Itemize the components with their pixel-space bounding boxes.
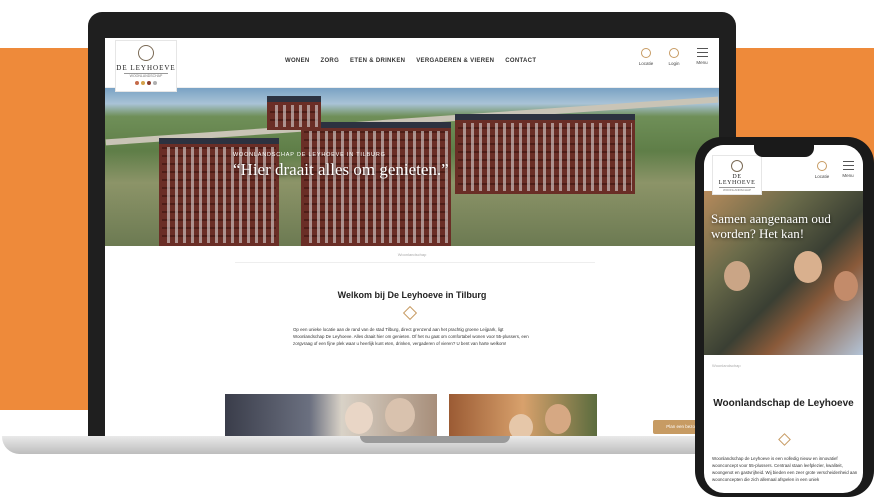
location-icon [641,48,651,58]
menu-label: Menu [696,60,708,65]
header-icons: Locatie Login Menu [637,48,711,66]
main-nav: WONEN ZORG ETEN & DRINKEN VERGADEREN & V… [285,58,536,64]
login-label: Login [668,61,680,66]
phone-frame: DE LEYHOEVE WOONLANDSCHAP Locatie Menu S… [695,137,874,497]
breadcrumb[interactable]: Woonlandschap [105,252,719,257]
phone-locatie-button[interactable]: Locatie [813,161,831,179]
hero-image: WOONLANDSCHAP DE LEYHOEVE IN TILBURG “Hi… [105,88,719,246]
phone-intro-text: Woonlandschap de Leyhoeve is een volledi… [712,456,858,482]
welcome-title: Welkom bij De Leyhoeve in Tilburg [337,290,487,300]
phone-hero-title: Samen aangenaam oud worden? Het kan! [711,211,831,241]
laptop-frame: DE LEYHOEVE WOONLANDSCHAP WONEN ZORG ETE… [88,12,736,444]
logo-sub: WOONLANDSCHAP [719,187,755,192]
locatie-label: Locatie [638,61,654,66]
phone-menu-button[interactable]: Menu [839,161,857,179]
phone-site-logo[interactable]: DE LEYHOEVE WOONLANDSCHAP [712,155,762,195]
phone-notch [754,145,814,157]
building [455,114,635,194]
building [267,96,321,130]
menu-icon [842,161,854,170]
laptop-notch [360,436,510,443]
nav-item-contact[interactable]: CONTACT [505,58,536,64]
hero-eyebrow: WOONLANDSCHAP DE LEYHOEVE IN TILBURG [233,152,386,158]
phone-section-title: Woonlandschap de Leyhoeve [713,398,854,409]
divider [235,262,595,263]
building [301,122,451,246]
phone-screen: DE LEYHOEVE WOONLANDSCHAP Locatie Menu S… [704,145,863,493]
menu-icon [696,48,708,57]
logo-mark-icon [138,45,154,61]
intro-text: Op een unieke locatie aan de rand van de… [293,327,529,347]
logo-dot [147,81,151,85]
logo-name: DE LEYHOEVE [116,64,176,72]
nav-item-zorg[interactable]: ZORG [321,58,340,64]
logo-mark-icon [731,160,743,172]
site-header: DE LEYHOEVE WOONLANDSCHAP WONEN ZORG ETE… [105,38,719,92]
location-icon [817,161,827,171]
face [794,251,822,283]
site-logo[interactable]: DE LEYHOEVE WOONLANDSCHAP [115,40,177,92]
logo-sub: WOONLANDSCHAP [124,73,168,78]
face [545,404,571,434]
logo-dot [141,81,145,85]
locatie-button[interactable]: Locatie [637,48,655,66]
face [345,402,373,434]
login-button[interactable]: Login [665,48,683,66]
nav-item-vergaderen-vieren[interactable]: VERGADEREN & VIEREN [416,58,494,64]
face [834,271,858,301]
login-icon [669,48,679,58]
phone-header-icons: Locatie Menu [813,161,857,179]
ornament-icon [778,433,791,446]
menu-button[interactable]: Menu [693,48,711,66]
laptop-screen: DE LEYHOEVE WOONLANDSCHAP WONEN ZORG ETE… [105,38,719,444]
face [724,261,750,291]
menu-label: Menu [842,173,854,178]
phone-breadcrumb[interactable]: Woonlandschap [712,363,741,368]
ornament-icon [402,305,418,321]
locatie-label: Locatie [814,174,830,179]
logo-dot [135,81,139,85]
face [385,398,415,432]
logo-name: DE LEYHOEVE [718,174,756,186]
logo-dot [153,81,157,85]
hero-title: “Hier draait alles om genieten.” [233,160,449,179]
marketing-mockup: DE LEYHOEVE WOONLANDSCHAP WONEN ZORG ETE… [0,0,874,498]
logo-dots [116,81,176,85]
nav-item-wonen[interactable]: WONEN [285,58,310,64]
nav-item-eten-drinken[interactable]: ETEN & DRINKEN [350,58,405,64]
